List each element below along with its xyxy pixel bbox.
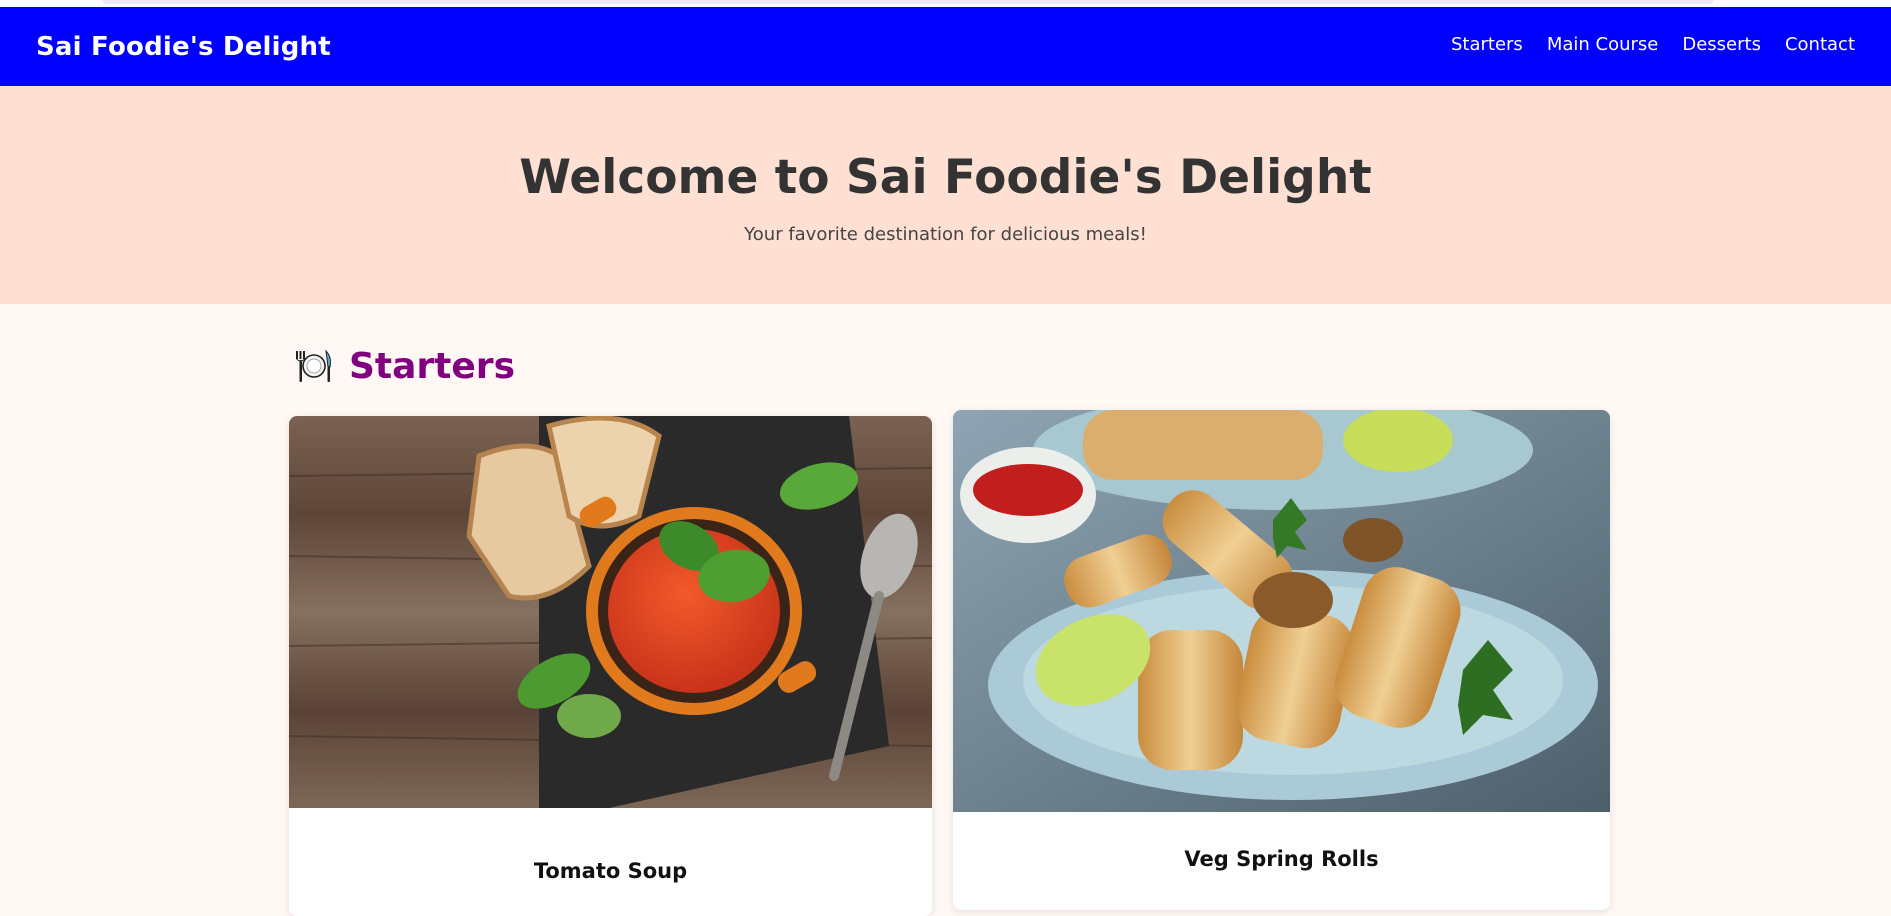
card-title: Veg Spring Rolls <box>1184 847 1379 871</box>
menu-card-veg-spring-rolls[interactable]: Veg Spring Rolls <box>953 410 1610 910</box>
plate-with-cutlery-icon <box>296 349 331 382</box>
nav-link-desserts[interactable]: Desserts <box>1682 34 1761 55</box>
nav-link-starters[interactable]: Starters <box>1451 34 1523 55</box>
hero-title: Welcome to Sai Foodie's Delight <box>519 150 1372 205</box>
hero-banner: Welcome to Sai Foodie's Delight Your fav… <box>0 86 1891 304</box>
brand-logo-link[interactable]: Sai Foodie's Delight <box>36 32 331 62</box>
menu-card-tomato-soup[interactable]: Tomato Soup <box>289 416 932 916</box>
nav-links: Starters Main Course Desserts Contact <box>1451 34 1855 55</box>
tomato-soup-photo <box>289 416 932 808</box>
navbar: Sai Foodie's Delight Starters Main Cours… <box>0 7 1891 86</box>
horizontal-scrollbar[interactable] <box>102 0 1714 4</box>
hero-subtitle: Your favorite destination for delicious … <box>744 223 1147 245</box>
veg-spring-rolls-photo <box>953 410 1610 812</box>
section-title: Starters <box>349 345 515 387</box>
browser-top-strip <box>0 0 1891 7</box>
section-heading-starters: Starters <box>293 345 515 387</box>
nav-link-main-course[interactable]: Main Course <box>1547 34 1659 55</box>
card-title: Tomato Soup <box>533 859 688 883</box>
nav-link-contact[interactable]: Contact <box>1785 34 1855 55</box>
